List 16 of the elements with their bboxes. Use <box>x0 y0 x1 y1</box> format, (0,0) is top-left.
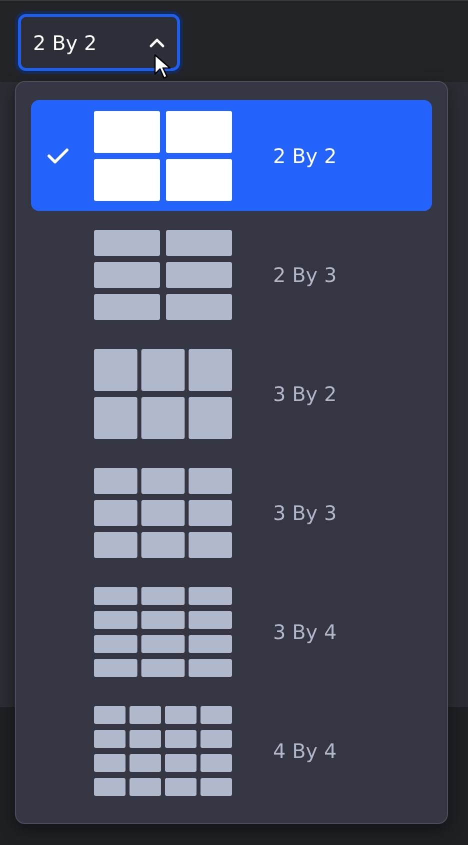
grid-layout-icon <box>94 706 232 796</box>
check-icon <box>47 148 69 164</box>
layout-option[interactable]: 2 By 2 <box>31 100 432 211</box>
grid-layout-icon <box>94 468 232 558</box>
layout-dropdown[interactable]: 2 By 2 <box>18 14 180 71</box>
layout-option[interactable]: 2 By 3 <box>31 219 432 330</box>
layout-option[interactable]: 4 By 4 <box>31 695 432 806</box>
pointer-icon <box>154 54 172 80</box>
grid-layout-icon <box>94 348 232 438</box>
grid-layout-icon <box>94 586 232 676</box>
layout-option[interactable]: 3 By 4 <box>31 576 432 687</box>
grid-layout-icon <box>94 110 232 200</box>
grid-layout-icon <box>94 230 232 320</box>
chevron-icon <box>149 38 165 48</box>
layout-option[interactable]: 3 By 2 <box>31 338 432 449</box>
layout-option[interactable]: 3 By 3 <box>31 457 432 568</box>
